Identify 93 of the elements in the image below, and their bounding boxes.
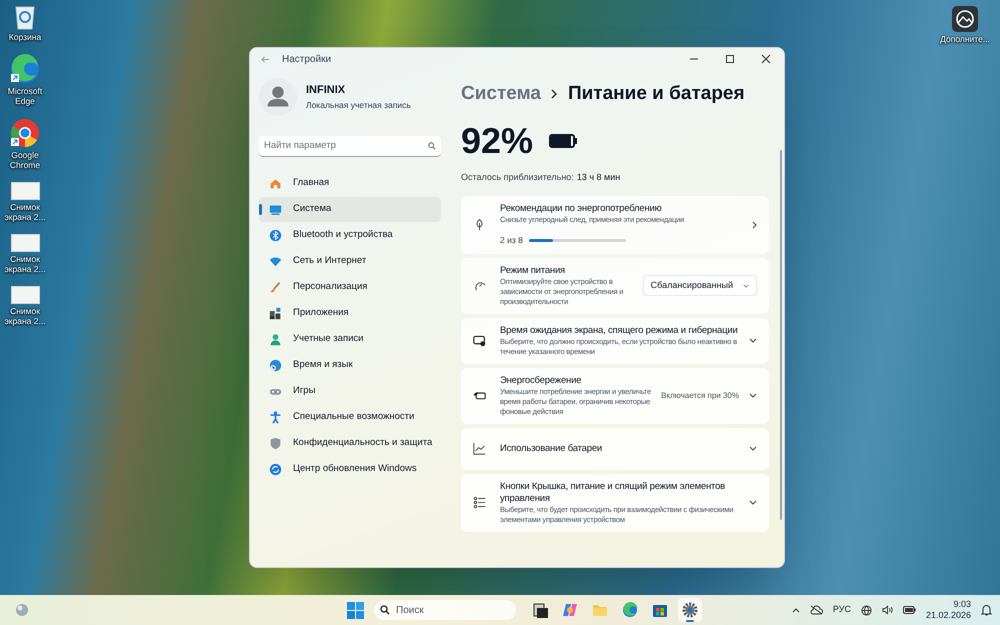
desktop-icon-label[interactable]: Microsoft Edge: [1, 86, 49, 106]
chevron-right-icon: [752, 220, 757, 229]
brush-icon: [269, 281, 282, 294]
nav-item[interactable]: Система: [259, 197, 441, 222]
avatar-icon: [259, 78, 297, 116]
apps-icon: [269, 307, 282, 320]
bluetooth-icon: [269, 229, 282, 242]
sync-icon: [269, 463, 282, 476]
nav-item[interactable]: Персонализация: [259, 275, 441, 300]
battery-icon[interactable]: [902, 606, 916, 614]
card-title: Режим питания: [500, 264, 566, 277]
globe-clock-icon: [269, 359, 282, 372]
power-mode-dropdown[interactable]: Сбалансированный: [642, 275, 757, 296]
card-title: Использование батареи: [500, 442, 604, 455]
nav-item[interactable]: Сеть и Интернет: [259, 249, 441, 274]
chevron-down-icon: [749, 393, 757, 398]
nav-item[interactable]: Приложения: [259, 301, 441, 326]
search-icon: [428, 142, 436, 150]
clock-time[interactable]: 9:03: [953, 599, 971, 610]
page-title: Питание и батарея: [568, 82, 745, 106]
screen-moon-icon: [473, 334, 486, 348]
remaining-label: Осталось приблизительно:: [461, 170, 574, 184]
chevron-right-icon: [550, 89, 558, 100]
copilot-icon: [562, 602, 578, 618]
person-icon: [269, 333, 282, 346]
card-title: Энергосбережение: [500, 374, 582, 387]
desktop-icon-label[interactable]: Снимок экрана 2...: [1, 306, 49, 326]
chevron-up-icon[interactable]: [792, 607, 800, 613]
clock-date[interactable]: 21.02.2026: [926, 610, 971, 621]
desktop-icon-label[interactable]: Снимок экрана 2...: [1, 254, 49, 274]
breadcrumb-link[interactable]: Система: [461, 80, 541, 108]
store-icon: [652, 602, 668, 618]
back-arrow-icon[interactable]: [261, 54, 270, 64]
battery-percent: 92%: [461, 122, 534, 158]
start-icon[interactable]: [347, 602, 364, 618]
chevron-down-icon: [749, 446, 757, 452]
chrome-icon[interactable]: [10, 118, 40, 148]
desktop-icon-label[interactable]: Дополните...: [940, 34, 990, 44]
shield-icon: [269, 437, 282, 450]
progress-count: 2 из 8: [500, 234, 523, 247]
search-field[interactable]: Найти параметр: [259, 136, 441, 157]
folder-icon: [592, 602, 608, 618]
nav-item[interactable]: Конфиденциальность и защита: [259, 431, 441, 456]
task-view-icon: [532, 602, 548, 618]
scrollbar[interactable]: [780, 150, 782, 520]
battery-icon: [549, 134, 576, 148]
nav-item[interactable]: Центр обновления Windows: [259, 457, 441, 482]
status-text: Включается при 30%: [661, 390, 739, 402]
nav-item[interactable]: Bluetooth и устройства: [259, 223, 441, 248]
maximize-icon[interactable]: [725, 54, 735, 64]
account-type: Локальная учетная запись: [306, 98, 411, 112]
cloud-off-icon[interactable]: [810, 605, 823, 615]
accessibility-icon: [269, 411, 282, 424]
desktop-icon-label[interactable]: Google Chrome: [1, 150, 49, 170]
edge-icon: [622, 602, 638, 618]
nav-item[interactable]: Время и язык: [259, 353, 441, 378]
screenshot-thumbnail-icon[interactable]: [10, 182, 40, 200]
screenshot-thumbnail-icon[interactable]: [10, 234, 40, 252]
chevron-down-icon: [743, 284, 749, 288]
speaker-icon[interactable]: [882, 605, 893, 615]
card-title: Кнопки Крышка, питание и спящий режим элементов управления: [500, 480, 726, 505]
nav-item[interactable]: Специальные возможности: [259, 405, 441, 430]
settings-icon: [682, 602, 698, 618]
globe-icon[interactable]: [860, 604, 872, 616]
language-indicator[interactable]: РУС: [832, 603, 851, 617]
remaining-value: 13 ч 8 мин: [576, 170, 620, 184]
wifi-icon: [269, 255, 282, 268]
nav-item[interactable]: Учетные записи: [259, 327, 441, 352]
card-title: Время ожидания экрана, спящего режима и гибернации: [500, 324, 739, 337]
desktop-icon-label[interactable]: Снимок экрана 2...: [1, 202, 49, 222]
taskbar-app-button[interactable]: [678, 598, 702, 622]
search-icon: [380, 605, 390, 615]
line-chart-icon: [473, 442, 486, 456]
card-title: Рекомендации по энергопотреблению: [500, 203, 663, 215]
recycle-bin-icon[interactable]: [13, 4, 37, 30]
list-icon: [473, 496, 486, 510]
taskbar-search-field[interactable]: Поиск: [374, 600, 516, 620]
house-icon: [269, 177, 282, 190]
edge-icon[interactable]: [10, 54, 40, 84]
app-icon[interactable]: [952, 6, 978, 32]
nav-item[interactable]: Игры: [259, 379, 441, 404]
chevron-down-icon: [749, 338, 757, 344]
account-name: INFINIX: [306, 83, 346, 98]
chevron-down-icon: [749, 500, 757, 506]
desktop-icon-label[interactable]: Корзина: [8, 32, 42, 42]
nav-item[interactable]: Главная: [259, 171, 441, 196]
settings-card[interactable]: Использование батареи: [461, 428, 769, 470]
bell-icon[interactable]: [981, 604, 992, 616]
screenshot-thumbnail-icon[interactable]: [10, 286, 40, 304]
close-icon[interactable]: [761, 54, 771, 64]
monitor-icon: [269, 203, 282, 216]
battery-tip: [575, 138, 578, 144]
window-title: Настройки: [282, 52, 332, 66]
